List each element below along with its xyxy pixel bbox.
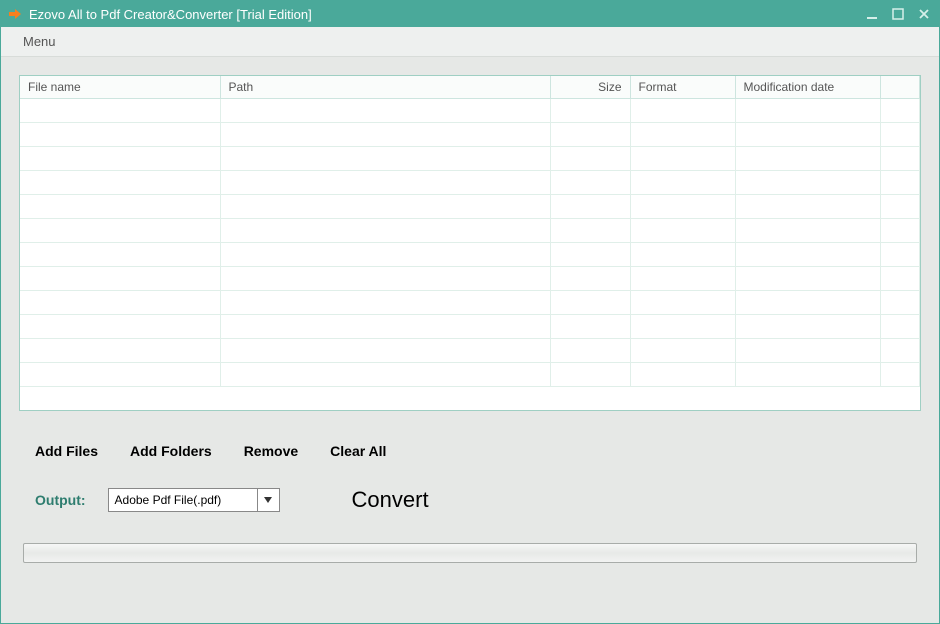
output-label: Output:: [35, 492, 86, 508]
maximize-button[interactable]: [889, 6, 907, 22]
action-toolbar: Add Files Add Folders Remove Clear All: [19, 443, 921, 459]
table-row[interactable]: [20, 291, 920, 315]
menubar: Menu: [1, 27, 939, 57]
table-row[interactable]: [20, 99, 920, 123]
close-button[interactable]: [915, 6, 933, 22]
table-row[interactable]: [20, 123, 920, 147]
titlebar: Ezovo All to Pdf Creator&Converter [Tria…: [1, 1, 939, 27]
progress-bar: [23, 543, 917, 563]
table-row[interactable]: [20, 267, 920, 291]
menu-menu[interactable]: Menu: [15, 30, 64, 53]
table-row[interactable]: [20, 219, 920, 243]
window-controls: [863, 6, 933, 22]
output-format-value: Adobe Pdf File(.pdf): [109, 489, 257, 511]
convert-button[interactable]: Convert: [352, 487, 429, 513]
table-row[interactable]: [20, 147, 920, 171]
table-header-row: File name Path Size Format Modification …: [20, 76, 920, 99]
col-header-filename[interactable]: File name: [20, 76, 220, 99]
output-format-select[interactable]: Adobe Pdf File(.pdf): [108, 488, 280, 512]
window-title: Ezovo All to Pdf Creator&Converter [Tria…: [29, 7, 863, 22]
file-table: File name Path Size Format Modification …: [19, 75, 921, 411]
table-row[interactable]: [20, 195, 920, 219]
app-icon: [7, 6, 23, 22]
col-header-blank[interactable]: [880, 76, 920, 99]
dropdown-arrow-icon[interactable]: [257, 489, 279, 511]
clear-all-button[interactable]: Clear All: [330, 443, 386, 459]
output-row: Output: Adobe Pdf File(.pdf) Convert: [19, 487, 921, 513]
content-area: File name Path Size Format Modification …: [1, 57, 939, 623]
col-header-format[interactable]: Format: [630, 76, 735, 99]
col-header-date[interactable]: Modification date: [735, 76, 880, 99]
table-row[interactable]: [20, 171, 920, 195]
progress-wrap: [19, 543, 921, 563]
app-window: Ezovo All to Pdf Creator&Converter [Tria…: [0, 0, 940, 624]
table-row[interactable]: [20, 315, 920, 339]
remove-button[interactable]: Remove: [244, 443, 298, 459]
table-row[interactable]: [20, 339, 920, 363]
add-files-button[interactable]: Add Files: [35, 443, 98, 459]
table-row[interactable]: [20, 243, 920, 267]
col-header-size[interactable]: Size: [550, 76, 630, 99]
col-header-path[interactable]: Path: [220, 76, 550, 99]
minimize-button[interactable]: [863, 6, 881, 22]
table-row[interactable]: [20, 363, 920, 387]
add-folders-button[interactable]: Add Folders: [130, 443, 212, 459]
